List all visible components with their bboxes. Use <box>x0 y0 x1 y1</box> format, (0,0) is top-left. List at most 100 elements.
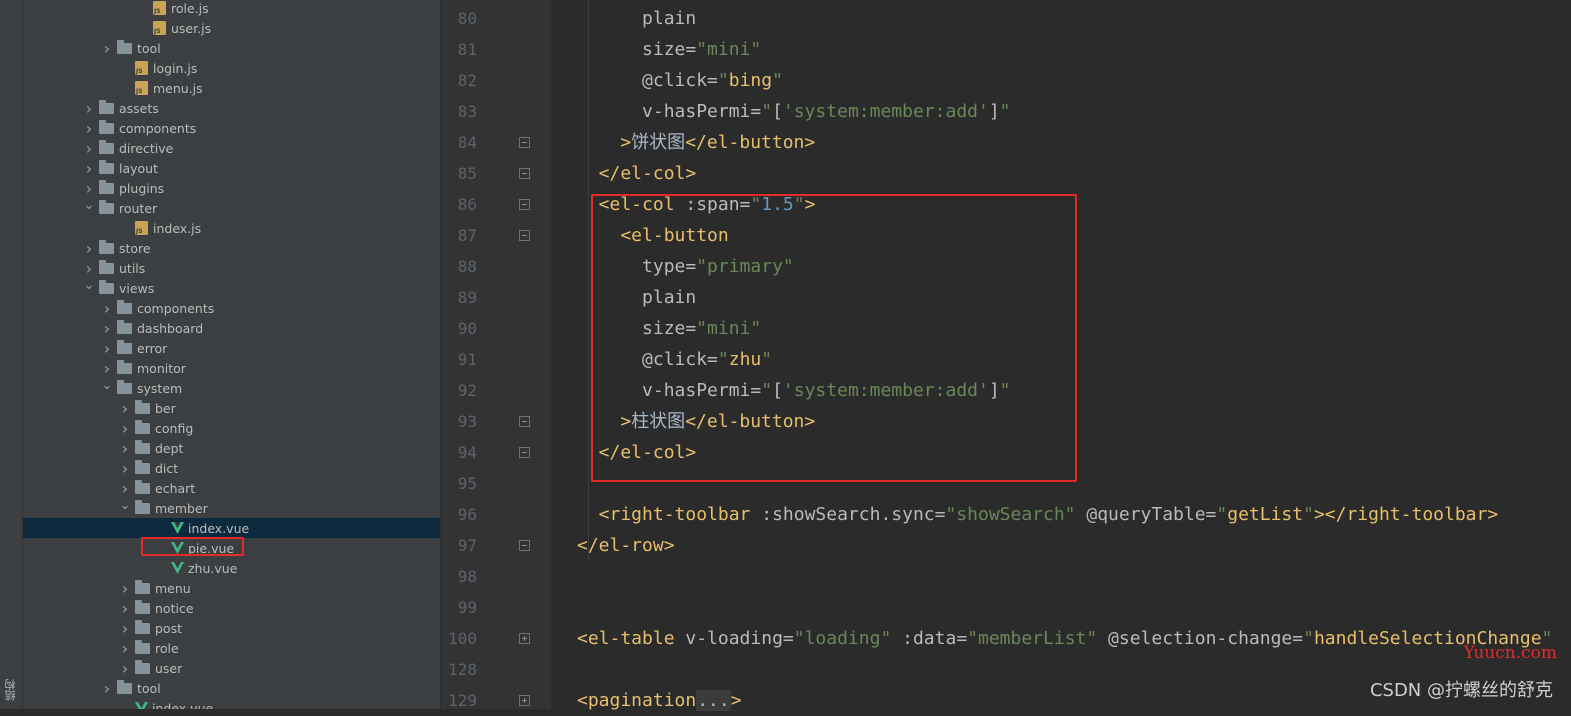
folder-icon <box>135 440 150 454</box>
tree-item-components[interactable]: › components <box>23 118 440 138</box>
chevron-right-icon[interactable]: › <box>83 118 95 138</box>
tree-item-index-vue[interactable]: ›index.vue <box>23 698 440 709</box>
chevron-right-icon[interactable]: › <box>119 618 131 638</box>
chevron-right-icon[interactable]: › <box>101 338 113 358</box>
chevron-down-icon[interactable]: ⌄ <box>119 495 131 515</box>
tree-item-label: post <box>155 620 182 636</box>
chevron-right-icon[interactable]: › <box>119 598 131 618</box>
folder-icon <box>135 620 150 634</box>
chevron-right-icon[interactable]: › <box>101 298 113 318</box>
tree-item-ber[interactable]: › ber <box>23 398 440 418</box>
code-line[interactable]: <right-toolbar :showSearch.sync="showSea… <box>577 499 1499 530</box>
chevron-right-icon[interactable]: › <box>83 98 95 118</box>
line-number: 83 <box>457 102 477 121</box>
tree-item-config[interactable]: › config <box>23 418 440 438</box>
tree-item-system[interactable]: ⌄ system <box>23 378 440 398</box>
chevron-right-icon[interactable]: › <box>119 418 131 438</box>
tree-item-label: store <box>119 240 151 256</box>
chevron-down-icon[interactable]: ⌄ <box>83 195 95 215</box>
left-tool-strip: 结构 <box>0 0 23 709</box>
line-number: 97 <box>457 536 477 555</box>
folder-icon <box>99 180 114 194</box>
fold-collapse-icon[interactable] <box>519 447 530 458</box>
fold-collapse-icon[interactable] <box>519 416 530 427</box>
tree-item-member[interactable]: ⌄ member <box>23 498 440 518</box>
tree-item-label: views <box>119 280 155 296</box>
chevron-right-icon[interactable]: › <box>119 578 131 598</box>
tree-item-views[interactable]: ⌄ views <box>23 278 440 298</box>
tree-item-label: error <box>137 340 168 356</box>
tree-item-login-js[interactable]: ›login.js <box>23 58 440 78</box>
chevron-right-icon[interactable]: › <box>101 678 113 698</box>
code-line[interactable]: @click="bing" <box>577 65 783 96</box>
tree-item-tool[interactable]: › tool <box>23 678 440 698</box>
chevron-right-icon[interactable]: › <box>83 238 95 258</box>
tree-item-index-js[interactable]: ›index.js <box>23 218 440 238</box>
tree-item-tool[interactable]: › tool <box>23 38 440 58</box>
tree-item-echart[interactable]: › echart <box>23 478 440 498</box>
watermark-author: CSDN @拧螺丝的舒克 <box>1369 680 1553 701</box>
code-line[interactable]: plain <box>577 3 696 34</box>
tree-item-dept[interactable]: › dept <box>23 438 440 458</box>
chevron-right-icon[interactable]: › <box>119 458 131 478</box>
tree-item-dict[interactable]: › dict <box>23 458 440 478</box>
js-file-icon <box>135 61 148 75</box>
chevron-right-icon[interactable]: › <box>119 398 131 418</box>
chevron-down-icon[interactable]: ⌄ <box>83 275 95 295</box>
chevron-right-icon[interactable]: › <box>101 318 113 338</box>
tree-item-label: menu.js <box>153 80 203 96</box>
tree-item-user-js[interactable]: ›user.js <box>23 18 440 38</box>
tree-item-post[interactable]: › post <box>23 618 440 638</box>
fold-collapse-icon[interactable] <box>519 168 530 179</box>
fold-expand-icon[interactable] <box>519 695 530 706</box>
folder-icon <box>117 40 132 54</box>
tree-item-assets[interactable]: › assets <box>23 98 440 118</box>
code-line[interactable]: >饼状图</el-button> <box>577 127 815 158</box>
tree-item-components[interactable]: › components <box>23 298 440 318</box>
tree-item-store[interactable]: › store <box>23 238 440 258</box>
code-line[interactable]: <pagination...> <box>577 685 742 716</box>
tree-item-menu[interactable]: › menu <box>23 578 440 598</box>
tree-item-label: assets <box>119 100 159 116</box>
tree-item-menu-js[interactable]: ›menu.js <box>23 78 440 98</box>
structure-tab[interactable]: 结构 <box>3 679 19 701</box>
code-line[interactable]: size="mini" <box>577 34 761 65</box>
fold-collapse-icon[interactable] <box>519 230 530 241</box>
tree-item-notice[interactable]: › notice <box>23 598 440 618</box>
code-line[interactable]: v-hasPermi="['system:member:add']" <box>577 96 1011 127</box>
chevron-right-icon[interactable]: › <box>83 158 95 178</box>
line-number: 129 <box>448 691 477 710</box>
chevron-right-icon[interactable]: › <box>119 658 131 678</box>
code-line[interactable]: </el-col> <box>577 158 697 189</box>
fold-expand-icon[interactable] <box>519 633 530 644</box>
line-number: 85 <box>457 164 477 183</box>
tree-item-error[interactable]: › error <box>23 338 440 358</box>
tree-item-role[interactable]: › role <box>23 638 440 658</box>
tree-item-label: index.js <box>153 220 202 236</box>
tree-item-role-js[interactable]: ›role.js <box>23 0 440 18</box>
tree-item-router[interactable]: ⌄ router <box>23 198 440 218</box>
folder-icon <box>99 120 114 134</box>
chevron-right-icon[interactable]: › <box>119 638 131 658</box>
tree-item-index-vue[interactable]: ›index.vue <box>23 518 440 538</box>
fold-collapse-icon[interactable] <box>519 540 530 551</box>
fold-collapse-icon[interactable] <box>519 137 530 148</box>
tree-item-monitor[interactable]: › monitor <box>23 358 440 378</box>
tree-item-dashboard[interactable]: › dashboard <box>23 318 440 338</box>
tree-item-zhu-vue[interactable]: ›zhu.vue <box>23 558 440 578</box>
chevron-right-icon[interactable]: › <box>119 438 131 458</box>
chevron-right-icon[interactable]: › <box>83 138 95 158</box>
code-line[interactable]: <el-table v-loading="loading" :data="mem… <box>577 623 1552 654</box>
line-number: 91 <box>457 350 477 369</box>
tree-item-layout[interactable]: › layout <box>23 158 440 178</box>
tree-item-label: system <box>137 380 183 396</box>
line-number: 96 <box>457 505 477 524</box>
tree-item-directive[interactable]: › directive <box>23 138 440 158</box>
tree-item-label: user <box>155 660 183 676</box>
tree-item-user[interactable]: › user <box>23 658 440 678</box>
chevron-down-icon[interactable]: ⌄ <box>101 375 113 395</box>
code-line[interactable]: </el-row> <box>577 530 675 561</box>
chevron-right-icon[interactable]: › <box>101 38 113 58</box>
folder-icon <box>135 500 150 514</box>
fold-collapse-icon[interactable] <box>519 199 530 210</box>
